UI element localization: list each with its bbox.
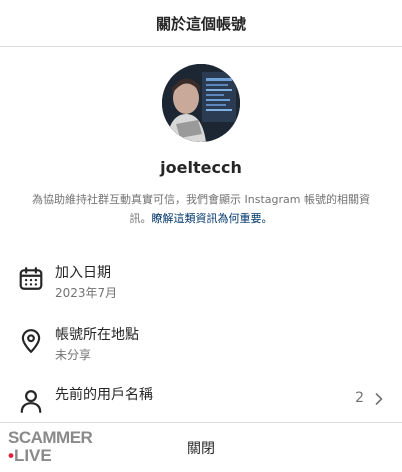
row-former-usernames[interactable]: 先前的用戶名稱 2 — [0, 380, 402, 426]
former-usernames-label: 先前的用戶名稱 — [55, 387, 153, 403]
join-date-value: 2023年7月 — [55, 286, 118, 300]
username: joeltecch — [160, 158, 242, 177]
former-usernames-count: 2 — [355, 390, 364, 406]
calendar-icon — [19, 267, 43, 290]
avatar-image — [162, 64, 240, 142]
watermark-line1: SCAMMER — [8, 428, 93, 447]
row-join-date: 加入日期 2023年7月 — [0, 258, 402, 304]
row-account-location: 帳號所在地點 未分享 — [0, 320, 402, 366]
avatar — [162, 64, 240, 142]
learn-more-link[interactable]: 瞭解這類資訊為何重要。 — [152, 212, 273, 225]
join-date-label: 加入日期 — [55, 265, 111, 281]
account-location-label: 帳號所在地點 — [55, 327, 139, 343]
account-location-value: 未分享 — [55, 348, 92, 362]
chevron-right-icon — [375, 393, 383, 405]
info-description: 為協助維持社群互動真實可信，我們會顯示 Instagram 帳號的相關資訊。瞭解… — [26, 190, 376, 228]
person-icon — [20, 390, 42, 413]
location-pin-icon — [21, 329, 41, 353]
modal-title: 關於這個帳號 — [155, 14, 246, 33]
modal-header: 關於這個帳號 — [0, 0, 402, 47]
watermark-line2-text: LIVE — [13, 446, 52, 465]
watermark-line2: •LIVE — [8, 446, 52, 466]
scammer-live-watermark: SCAMMER •LIVE — [8, 428, 98, 468]
